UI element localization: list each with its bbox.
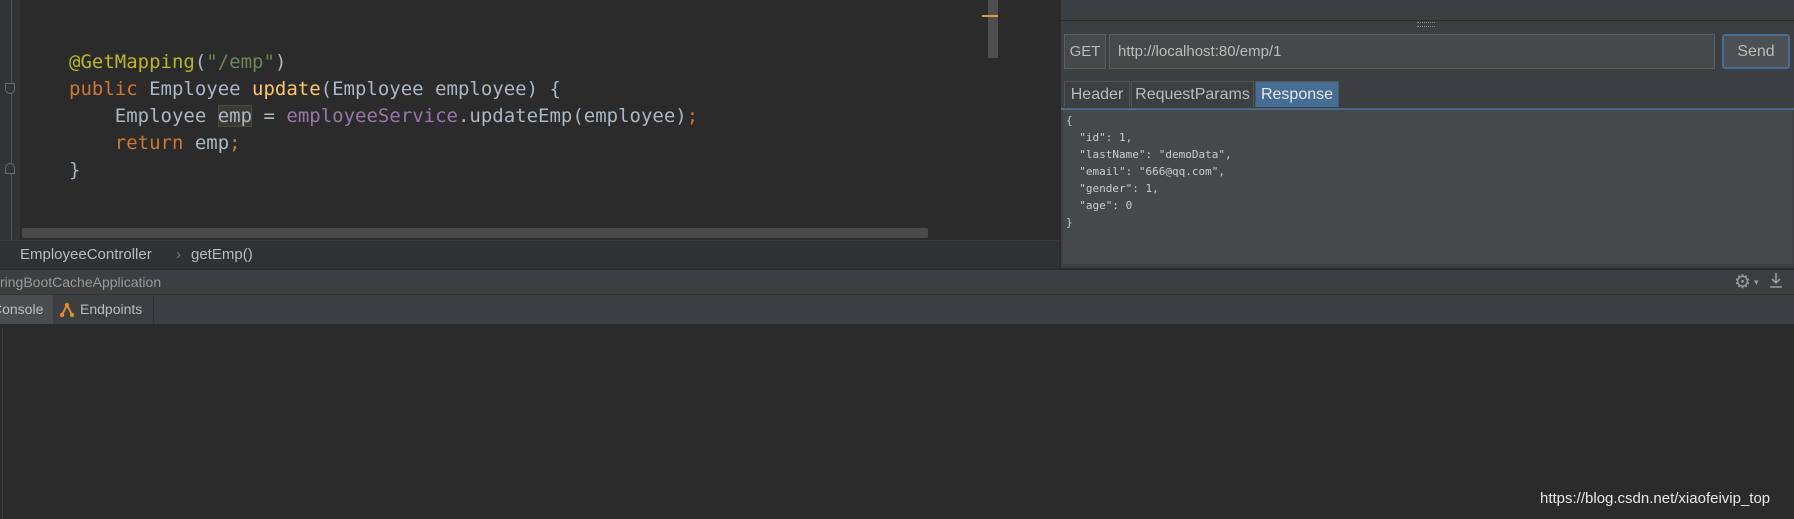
tab-request-params[interactable]: RequestParams <box>1131 81 1254 107</box>
chevron-down-icon[interactable]: ▾ <box>1754 277 1759 288</box>
watermark: https://blog.csdn.net/xiaofeivip_top <box>1540 490 1771 507</box>
response-body[interactable]: { "id": 1, "lastName": "demoData", "emai… <box>1063 110 1793 264</box>
url-input[interactable]: http://localhost:80/emp/1 <box>1109 34 1715 69</box>
code-token: "/emp" <box>206 51 275 73</box>
run-configuration-title: ringBootCacheApplication <box>0 274 162 290</box>
code-token: return <box>69 132 195 154</box>
gear-icon[interactable]: ⚙ <box>1734 271 1751 294</box>
editor-gutter <box>0 0 20 240</box>
code-token: ; <box>686 105 699 127</box>
code-token: .updateEmp(employee) <box>457 105 687 127</box>
run-title-bar: ringBootCacheApplication ⚙ ▾ <box>0 269 1794 294</box>
http-method-select[interactable]: GET <box>1064 34 1106 69</box>
code-token: = <box>252 105 287 127</box>
tab-endpoints[interactable]: Endpoints <box>54 295 154 324</box>
endpoints-tab-label: Endpoints <box>80 301 143 317</box>
code-token: employeeService <box>286 105 458 127</box>
code-token: (Employee employee) { <box>320 78 561 100</box>
code-token: Employee <box>69 105 218 127</box>
fold-marker-icon[interactable] <box>5 83 15 94</box>
breadcrumb-method[interactable]: getEmp() <box>191 246 253 263</box>
code-line[interactable]: Employee emp = employeeService.updateEmp… <box>69 103 698 130</box>
send-button[interactable]: Send <box>1722 34 1790 69</box>
download-icon[interactable] <box>1769 271 1783 294</box>
code-line[interactable]: } <box>69 157 698 184</box>
vertical-scrollbar[interactable] <box>988 0 998 58</box>
code-token: emp <box>217 105 253 127</box>
code-token: ; <box>229 132 241 154</box>
tab-header[interactable]: Header <box>1064 81 1130 107</box>
rest-client-panel: GET http://localhost:80/emp/1 Send Heade… <box>1060 0 1794 268</box>
console-tab-label: Console <box>0 301 44 317</box>
tab-console[interactable]: Console <box>0 295 53 324</box>
warning-marker[interactable] <box>982 15 998 17</box>
code-token: ) <box>274 51 287 73</box>
code-line[interactable]: @GetMapping("/emp") <box>69 49 698 76</box>
code-token: emp <box>194 132 230 154</box>
horizontal-scrollbar[interactable] <box>22 228 928 238</box>
code-token: ( <box>194 51 207 73</box>
fold-guide-line <box>11 0 12 240</box>
breadcrumb-separator: › <box>176 246 181 263</box>
code-line[interactable]: public Employee update(Employee employee… <box>69 76 698 103</box>
code-token: } <box>69 159 81 181</box>
code-token: public <box>69 78 150 100</box>
breadcrumb: EmployeeController › getEmp() <box>0 240 1059 269</box>
code-content[interactable]: @GetMapping("/emp") public Employee updat… <box>69 49 698 184</box>
code-token: update <box>252 78 321 100</box>
rest-panel-header <box>1061 0 1794 21</box>
code-line[interactable]: return emp; <box>69 130 698 157</box>
breadcrumb-class[interactable]: EmployeeController <box>20 246 152 263</box>
code-editor[interactable]: @GetMapping("/emp") public Employee updat… <box>0 0 1059 240</box>
code-token: @GetMapping <box>69 51 195 73</box>
tab-response[interactable]: Response <box>1255 81 1339 107</box>
request-tabs: Header RequestParams Response <box>1061 81 1794 110</box>
console-output[interactable] <box>2 328 1794 519</box>
endpoints-icon <box>59 302 75 318</box>
resize-grip-icon[interactable] <box>1417 22 1435 27</box>
run-panel-tabs: Console Endpoints <box>0 294 1794 326</box>
fold-marker-icon[interactable] <box>5 163 15 174</box>
code-token: Employee <box>149 78 253 100</box>
